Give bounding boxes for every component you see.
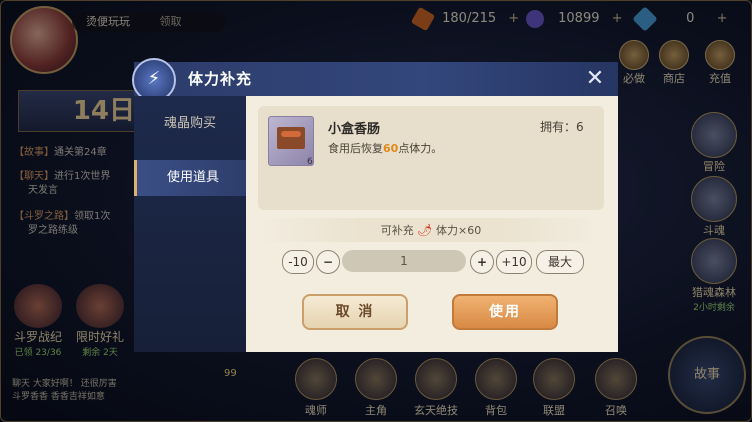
quantity-input[interactable]: 1 xyxy=(342,250,466,272)
restore-suffix: 体力×60 xyxy=(436,224,482,237)
item-description: 食用后恢复60点体力。 xyxy=(328,140,442,156)
item-desc-amount: 60 xyxy=(383,142,399,155)
item-desc-prefix: 食用后恢复 xyxy=(328,142,383,155)
cancel-button[interactable]: 取 消 xyxy=(302,294,408,330)
item-owned-count: 拥有：6 xyxy=(540,120,584,134)
sausage-box-icon[interactable]: 6 xyxy=(268,116,314,167)
max-button[interactable]: 最大 xyxy=(536,250,584,274)
close-icon[interactable]: ✕ xyxy=(582,66,608,92)
dialog-sidebar: 魂晶购买 使用道具 xyxy=(134,96,249,352)
chili-icon: 🌶 xyxy=(417,223,433,237)
item-card: 6 小盒香肠 拥有：6 食用后恢复60点体力。 xyxy=(258,106,604,210)
item-icon-count: 6 xyxy=(307,157,313,167)
dialog-title: 体力补充 xyxy=(188,70,253,88)
dialog-body: 6 小盒香肠 拥有：6 食用后恢复60点体力。 可补充 🌶 体力×60 -10 … xyxy=(246,96,618,352)
tab-use-item[interactable]: 使用道具 xyxy=(134,160,249,196)
minus-ten-button[interactable]: -10 xyxy=(282,250,314,274)
tab-soul-crystal-purchase[interactable]: 魂晶购买 xyxy=(134,106,246,142)
stamina-refill-dialog: ⚡ 体力补充 ✕ 魂晶购买 使用道具 6 小盒香肠 拥有：6 食用后恢复60点体… xyxy=(132,58,618,352)
item-name: 小盒香肠 xyxy=(328,122,381,137)
restore-prefix: 可补充 xyxy=(380,224,414,237)
minus-button[interactable]: − xyxy=(316,250,340,274)
plus-ten-button[interactable]: +10 xyxy=(496,250,532,274)
plus-button[interactable]: + xyxy=(470,250,494,274)
use-button[interactable]: 使用 xyxy=(452,294,558,330)
restore-amount-row: 可补充 🌶 体力×60 xyxy=(258,218,604,242)
item-desc-suffix: 点体力。 xyxy=(398,142,443,155)
